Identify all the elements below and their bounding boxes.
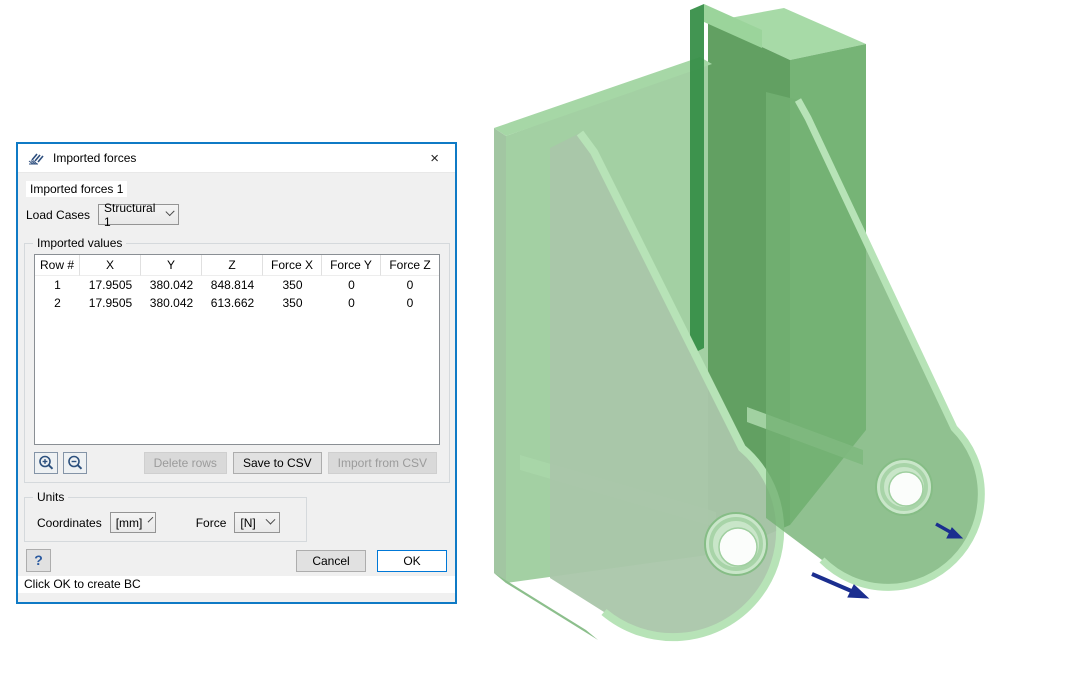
load-cases-selected: Structural 1 <box>104 201 159 229</box>
bc-name-input[interactable]: Imported forces 1 <box>26 181 127 197</box>
chevron-down-icon <box>148 517 154 523</box>
table-header-cell[interactable]: Force Y <box>322 255 381 276</box>
table-row[interactable]: 117.9505380.042848.81435000 <box>35 276 439 294</box>
model-lug-hole <box>889 472 923 506</box>
table-cell[interactable]: 350 <box>263 294 322 312</box>
chevron-down-icon <box>266 515 276 525</box>
magnifier-plus-icon <box>37 454 55 472</box>
units-label: Units <box>33 490 68 504</box>
coordinates-unit-selected: [mm] <box>116 516 143 530</box>
table-header-row: Row #XYZForce XForce YForce Z <box>35 255 439 276</box>
table-cell[interactable]: 350 <box>263 276 322 294</box>
imported-values-table[interactable]: Row #XYZForce XForce YForce Z 117.950538… <box>34 254 440 445</box>
units-group: Units Coordinates [mm] Force [N] <box>24 497 307 542</box>
table-cell[interactable]: 17.9505 <box>80 294 141 312</box>
save-to-csv-button[interactable]: Save to CSV <box>233 452 322 474</box>
table-row[interactable]: 217.9505380.042613.66235000 <box>35 294 439 312</box>
zoom-out-button[interactable] <box>63 452 87 474</box>
delete-rows-button[interactable]: Delete rows <box>144 452 227 474</box>
table-cell[interactable]: 17.9505 <box>80 276 141 294</box>
table-cell[interactable]: 848.814 <box>202 276 263 294</box>
table-cell[interactable]: 0 <box>322 294 381 312</box>
table-cell[interactable]: 613.662 <box>202 294 263 312</box>
load-cases-label: Load Cases <box>26 208 90 222</box>
force-unit-selected: [N] <box>240 516 255 530</box>
table-header-cell[interactable]: Row # <box>35 255 80 276</box>
dialog-title: Imported forces <box>53 151 136 165</box>
table-body: 117.9505380.042848.81435000217.9505380.0… <box>35 276 439 312</box>
table-cell[interactable]: 380.042 <box>141 276 202 294</box>
coordinates-unit-select[interactable]: [mm] <box>110 512 156 533</box>
force-label: Force <box>196 516 227 530</box>
dialog-titlebar[interactable]: Imported forces × <box>18 144 455 173</box>
table-header-cell[interactable]: Z <box>202 255 263 276</box>
imported-forces-icon <box>28 151 46 165</box>
magnifier-minus-icon <box>66 454 84 472</box>
force-unit-select[interactable]: [N] <box>234 512 280 533</box>
table-cell[interactable]: 0 <box>381 294 439 312</box>
table-header-cell[interactable]: Force Z <box>381 255 439 276</box>
model-fin <box>690 4 704 355</box>
help-button[interactable]: ? <box>26 549 51 572</box>
status-bar: Click OK to create BC <box>18 576 455 593</box>
table-header-cell[interactable]: Y <box>141 255 202 276</box>
model-gusset-right <box>766 92 981 587</box>
model-edge <box>494 128 506 583</box>
chevron-down-icon <box>165 207 174 216</box>
table-cell[interactable]: 2 <box>35 294 80 312</box>
model-lug-hole <box>719 528 757 566</box>
cancel-button[interactable]: Cancel <box>296 550 366 572</box>
table-cell[interactable]: 0 <box>381 276 439 294</box>
close-icon[interactable]: × <box>424 149 445 168</box>
ok-button[interactable]: OK <box>377 550 447 572</box>
imported-forces-dialog: Imported forces × Imported forces 1 Load… <box>16 142 457 604</box>
table-cell[interactable]: 0 <box>322 276 381 294</box>
table-header-cell[interactable]: Force X <box>263 255 322 276</box>
load-cases-select[interactable]: Structural 1 <box>98 204 179 225</box>
table-cell[interactable]: 1 <box>35 276 80 294</box>
3d-viewport[interactable] <box>486 0 1090 687</box>
coordinates-label: Coordinates <box>37 516 102 530</box>
imported-values-label: Imported values <box>33 236 126 250</box>
imported-values-group: Imported values Row #XYZForce XForce YFo… <box>24 243 450 483</box>
import-from-csv-button[interactable]: Import from CSV <box>328 452 437 474</box>
zoom-in-button[interactable] <box>34 452 58 474</box>
bracket-model[interactable] <box>486 0 1090 687</box>
table-cell[interactable]: 380.042 <box>141 294 202 312</box>
table-header-cell[interactable]: X <box>80 255 141 276</box>
